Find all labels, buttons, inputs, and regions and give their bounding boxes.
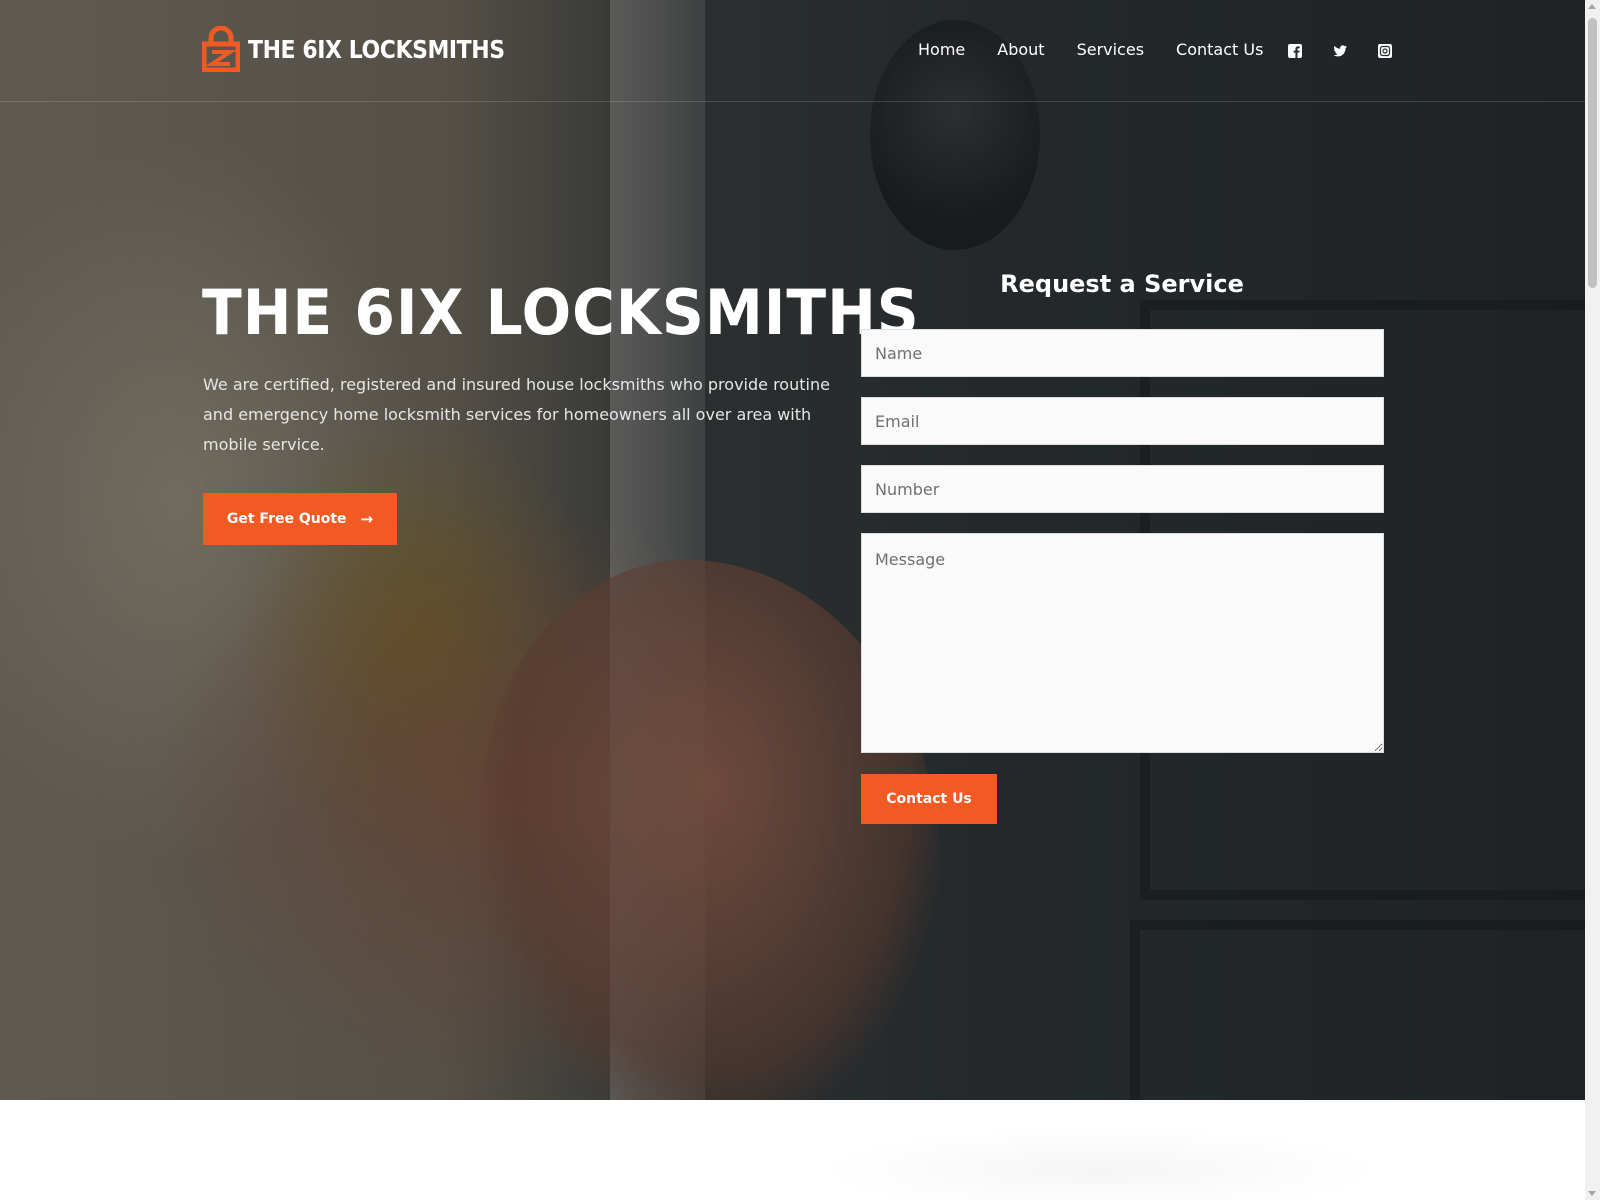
site-header: THE 6IX LOCKSMITHS Home About Services C… bbox=[0, 0, 1585, 102]
hero-description: We are certified, registered and insured… bbox=[203, 375, 830, 454]
social-links bbox=[1288, 44, 1392, 58]
message-field[interactable] bbox=[861, 533, 1384, 753]
nav-item-contact-us[interactable]: Contact Us bbox=[1176, 40, 1263, 59]
arrow-right-icon: → bbox=[360, 510, 374, 528]
nav-item-services[interactable]: Services bbox=[1077, 40, 1144, 59]
twitter-icon[interactable] bbox=[1333, 44, 1347, 58]
contact-us-submit-button[interactable]: Contact Us bbox=[861, 774, 997, 824]
facebook-icon[interactable] bbox=[1288, 44, 1302, 58]
scroll-down-arrow-icon[interactable] bbox=[1588, 1191, 1596, 1196]
padlock-logo-icon bbox=[202, 26, 240, 72]
nav-item-about[interactable]: About bbox=[997, 40, 1044, 59]
name-field[interactable] bbox=[861, 329, 1384, 377]
number-field[interactable] bbox=[861, 465, 1384, 513]
scroll-up-arrow-icon[interactable] bbox=[1588, 4, 1596, 9]
email-field[interactable] bbox=[861, 397, 1384, 445]
main-nav: Home About Services Contact Us bbox=[918, 40, 1295, 59]
instagram-icon[interactable] bbox=[1378, 44, 1392, 58]
section-shadow bbox=[800, 1100, 1585, 1200]
page-scrollbar[interactable] bbox=[1585, 0, 1600, 1200]
logo-text: THE 6IX LOCKSMITHS bbox=[248, 34, 505, 64]
form-title: Request a Service bbox=[1000, 270, 1244, 298]
scrollbar-thumb[interactable] bbox=[1588, 18, 1597, 288]
site-logo[interactable]: THE 6IX LOCKSMITHS bbox=[202, 26, 540, 72]
get-free-quote-button[interactable]: Get Free Quote → bbox=[203, 493, 397, 545]
hero-title: THE 6IX LOCKSMITHS bbox=[202, 276, 920, 349]
get-free-quote-label: Get Free Quote bbox=[226, 511, 347, 527]
nav-item-home[interactable]: Home bbox=[918, 40, 965, 59]
